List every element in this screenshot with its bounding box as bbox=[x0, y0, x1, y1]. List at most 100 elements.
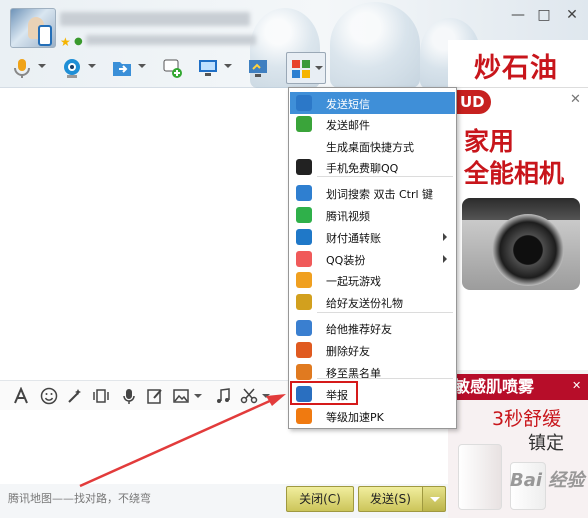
menu-item-3[interactable]: 生成桌面快捷方式 bbox=[290, 135, 455, 157]
send-file-button[interactable] bbox=[108, 55, 136, 81]
font-icon[interactable] bbox=[12, 387, 30, 405]
scissors-icon[interactable] bbox=[240, 387, 258, 405]
delete-friend-icon bbox=[296, 342, 312, 358]
close-window-button[interactable]: ✕ bbox=[562, 6, 582, 24]
menu-item-label: 一起玩游戏 bbox=[326, 275, 381, 288]
contact-name-blurred bbox=[60, 12, 250, 26]
menu-item-6[interactable]: 腾讯视频 bbox=[290, 204, 455, 226]
menu-item-5[interactable]: 划词搜索 双击 Ctrl 键 bbox=[290, 182, 455, 204]
menu-item-label: 手机免费聊QQ bbox=[326, 162, 399, 175]
ad-skincare-line1: 3秒舒缓 bbox=[492, 408, 562, 430]
gift-icon bbox=[296, 294, 312, 310]
product-bottle-image bbox=[458, 444, 502, 510]
map-ad-link[interactable]: 腾讯地图——找对路，不绕弯 bbox=[8, 490, 151, 506]
highlight-box-report bbox=[290, 381, 358, 405]
menu-item-4[interactable]: 手机免费聊QQ bbox=[290, 156, 455, 178]
menu-item-2[interactable]: 发送邮件 bbox=[290, 113, 455, 135]
menu-item-label: 删除好友 bbox=[326, 345, 370, 358]
close-chat-button[interactable]: 关闭(C) bbox=[286, 486, 354, 512]
menu-item-label: QQ装扮 bbox=[326, 254, 366, 267]
ad-close-icon[interactable]: ✕ bbox=[570, 92, 581, 107]
chevron-down-icon[interactable] bbox=[38, 64, 46, 68]
menu-item-1[interactable]: 发送短信 bbox=[290, 92, 455, 114]
apps-grid-icon bbox=[292, 60, 310, 78]
apps-menu-button[interactable] bbox=[286, 52, 326, 84]
voice-message-icon[interactable] bbox=[120, 387, 138, 405]
menu-item-11[interactable]: 给他推荐好友 bbox=[290, 317, 455, 339]
maximize-button[interactable]: □ bbox=[534, 6, 554, 24]
chevron-down-icon[interactable] bbox=[194, 394, 202, 398]
send-button[interactable]: 发送(S) bbox=[358, 486, 422, 512]
voice-call-button[interactable] bbox=[8, 55, 36, 81]
edit-icon[interactable] bbox=[146, 387, 164, 405]
chevron-right-icon bbox=[443, 255, 447, 263]
new-discussion-button[interactable] bbox=[158, 55, 186, 81]
chat-footer: 腾讯地图——找对路，不绕弯 关闭(C) 发送(S) bbox=[0, 484, 448, 518]
minimize-button[interactable]: — bbox=[508, 6, 528, 24]
menu-item-label: 划词搜索 双击 Ctrl 键 bbox=[326, 188, 434, 201]
menu-item-label: 财付通转账 bbox=[326, 232, 381, 245]
ad-camera-line2: 全能相机 bbox=[464, 159, 565, 188]
chevron-down-icon[interactable] bbox=[138, 64, 146, 68]
star-icon[interactable]: ★ bbox=[60, 35, 71, 49]
apps-context-menu: 发送短信发送邮件生成桌面快捷方式 手机免费聊QQ 划词搜索 双击 Ctrl 键腾讯视… bbox=[288, 87, 457, 429]
chevron-down-icon[interactable] bbox=[88, 64, 96, 68]
ad-banner-top[interactable]: 炒石油 bbox=[448, 40, 588, 88]
chevron-down-icon[interactable] bbox=[262, 394, 270, 398]
menu-item-8[interactable]: QQ装扮 bbox=[290, 248, 455, 270]
send-options-dropdown[interactable] bbox=[422, 486, 446, 512]
ad-skincare[interactable]: 敏感肌喷雾 ✕ 3秒舒缓 镇定 Bai 经验 bbox=[448, 374, 588, 518]
recommend-icon bbox=[296, 320, 312, 336]
webcam-icon bbox=[64, 59, 80, 78]
chevron-down-icon bbox=[315, 66, 323, 70]
menu-separator bbox=[317, 378, 453, 379]
snow-tree-decoration bbox=[330, 2, 420, 88]
menu-item-label: 给好友送份礼物 bbox=[326, 297, 403, 310]
menu-item-13[interactable]: 移至黑名单 bbox=[290, 361, 455, 383]
chat-window: ★ ● — □ ✕ 炒石油 UD ✕ 家用 全能相机 敏感肌喷雾 ✕ 3秒舒缓 … bbox=[0, 0, 588, 518]
folder-arrow-icon bbox=[113, 62, 131, 76]
link-icon[interactable]: ● bbox=[74, 36, 83, 47]
camera-image bbox=[462, 198, 580, 290]
sms-icon bbox=[296, 95, 312, 111]
watermark: Bai 经验 bbox=[510, 470, 585, 491]
menu-item-7[interactable]: 财付通转账 bbox=[290, 226, 455, 248]
level-icon bbox=[296, 408, 312, 424]
menu-item-label: 等级加速PK bbox=[326, 411, 384, 424]
menu-item-12[interactable]: 删除好友 bbox=[290, 339, 455, 361]
menu-item-label: 发送短信 bbox=[326, 98, 370, 111]
remote-assist-button[interactable] bbox=[194, 55, 222, 81]
ad-camera[interactable]: UD ✕ 家用 全能相机 bbox=[448, 88, 588, 370]
video-call-button[interactable] bbox=[58, 55, 86, 81]
music-icon[interactable] bbox=[214, 387, 232, 405]
share-screen-icon bbox=[249, 60, 267, 77]
menu-item-label: 发送邮件 bbox=[326, 119, 370, 132]
menu-item-10[interactable]: 给好友送份礼物 bbox=[290, 291, 455, 313]
ad-close-icon[interactable]: ✕ bbox=[572, 379, 581, 392]
share-screen-button[interactable] bbox=[244, 55, 272, 81]
menu-item-9[interactable]: 一起玩游戏 bbox=[290, 269, 455, 291]
phone-online-icon bbox=[38, 25, 52, 46]
menu-item-label: 生成桌面快捷方式 bbox=[326, 141, 414, 154]
magic-wand-icon[interactable] bbox=[66, 387, 84, 405]
ad-skincare-headline: 敏感肌喷雾 bbox=[448, 374, 588, 400]
ad-skincare-line2: 镇定 bbox=[528, 433, 564, 454]
qq-icon bbox=[296, 159, 312, 175]
chat-add-icon bbox=[163, 59, 182, 78]
menu-item-label: 给他推荐好友 bbox=[326, 323, 392, 336]
chevron-down-icon[interactable] bbox=[224, 64, 232, 68]
menu-separator bbox=[317, 312, 453, 313]
image-icon[interactable] bbox=[172, 387, 190, 405]
pinwheel-icon bbox=[296, 251, 312, 267]
game-icon bbox=[296, 272, 312, 288]
mail-icon bbox=[296, 116, 312, 132]
contact-signature-blurred bbox=[86, 35, 256, 45]
shake-window-icon[interactable] bbox=[92, 387, 110, 405]
menu-item-15[interactable]: 等级加速PK bbox=[290, 405, 455, 427]
ad-top-text: 炒石油 bbox=[474, 53, 558, 84]
emoji-icon[interactable] bbox=[40, 387, 58, 405]
chevron-right-icon bbox=[443, 233, 447, 241]
menu-separator bbox=[317, 176, 453, 177]
video-icon bbox=[296, 207, 312, 223]
menu-item-label: 腾讯视频 bbox=[326, 210, 370, 223]
